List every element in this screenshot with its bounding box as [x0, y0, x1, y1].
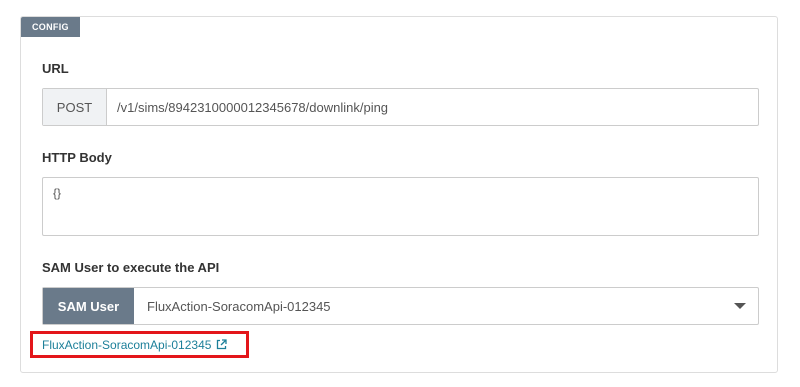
sam-user-select[interactable]: FluxAction-SoracomApi-012345 — [134, 288, 758, 324]
external-link-icon — [216, 339, 228, 350]
sam-user-link-text: FluxAction-SoracomApi-012345 — [42, 337, 212, 352]
url-input-group: POST — [42, 88, 759, 126]
config-panel: CONFIG URL POST HTTP Body {} SAM User to… — [20, 16, 778, 373]
http-body-label: HTTP Body — [42, 150, 112, 165]
url-label: URL — [42, 61, 69, 76]
caret-down-icon — [734, 303, 746, 309]
sam-user-select-group: SAM User FluxAction-SoracomApi-012345 — [42, 287, 759, 325]
http-method-addon: POST — [43, 89, 107, 125]
sam-user-selected-value: FluxAction-SoracomApi-012345 — [147, 298, 331, 314]
sam-user-link[interactable]: FluxAction-SoracomApi-012345 — [42, 337, 228, 352]
highlight-box: FluxAction-SoracomApi-012345 — [30, 331, 249, 358]
config-tag: CONFIG — [21, 17, 80, 37]
url-input[interactable] — [107, 89, 758, 125]
sam-user-addon: SAM User — [43, 288, 134, 324]
http-body-textarea[interactable]: {} — [42, 177, 759, 236]
sam-user-label: SAM User to execute the API — [42, 260, 220, 275]
